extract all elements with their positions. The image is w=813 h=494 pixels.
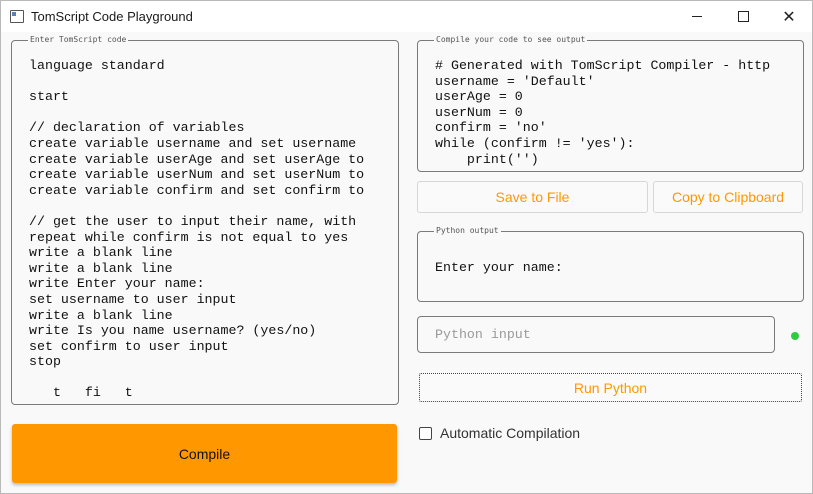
python-output-text: Enter your name: xyxy=(435,260,563,275)
app-icon xyxy=(10,10,24,23)
editor-label: Enter TomScript code xyxy=(30,35,127,44)
close-icon: ✕ xyxy=(782,6,796,26)
python-output-label: Python output xyxy=(436,226,499,235)
status-indicator xyxy=(791,332,799,340)
editor-code[interactable]: language standard start // declaration o… xyxy=(29,58,389,402)
tomscript-editor[interactable]: Enter TomScript code language standard s… xyxy=(11,36,399,405)
minimize-button[interactable] xyxy=(674,1,720,32)
app-window: TomScript Code Playground ✕ Enter TomScr… xyxy=(0,0,813,494)
automatic-compilation-toggle[interactable]: Automatic Compilation xyxy=(419,425,580,441)
title-bar[interactable]: TomScript Code Playground ✕ xyxy=(1,1,812,32)
maximize-button[interactable] xyxy=(720,1,766,32)
run-python-button[interactable]: Run Python xyxy=(419,373,802,402)
compile-button[interactable]: Compile xyxy=(12,424,397,483)
compiled-output[interactable]: Compile your code to see output # Genera… xyxy=(417,36,804,172)
save-to-file-button[interactable]: Save to File xyxy=(417,181,648,213)
python-input[interactable] xyxy=(417,316,775,353)
automatic-compilation-checkbox[interactable] xyxy=(419,426,432,440)
automatic-compilation-label: Automatic Compilation xyxy=(440,425,581,441)
output-label: Compile your code to see output xyxy=(436,35,586,44)
python-output: Python output Enter your name: xyxy=(417,227,804,302)
close-button[interactable]: ✕ xyxy=(766,1,812,32)
copy-to-clipboard-button[interactable]: Copy to Clipboard xyxy=(653,181,803,213)
output-code[interactable]: # Generated with TomScript Compiler - ht… xyxy=(435,58,795,166)
window-title: TomScript Code Playground xyxy=(31,9,193,24)
minimize-icon xyxy=(692,16,702,17)
maximize-icon xyxy=(737,11,749,22)
